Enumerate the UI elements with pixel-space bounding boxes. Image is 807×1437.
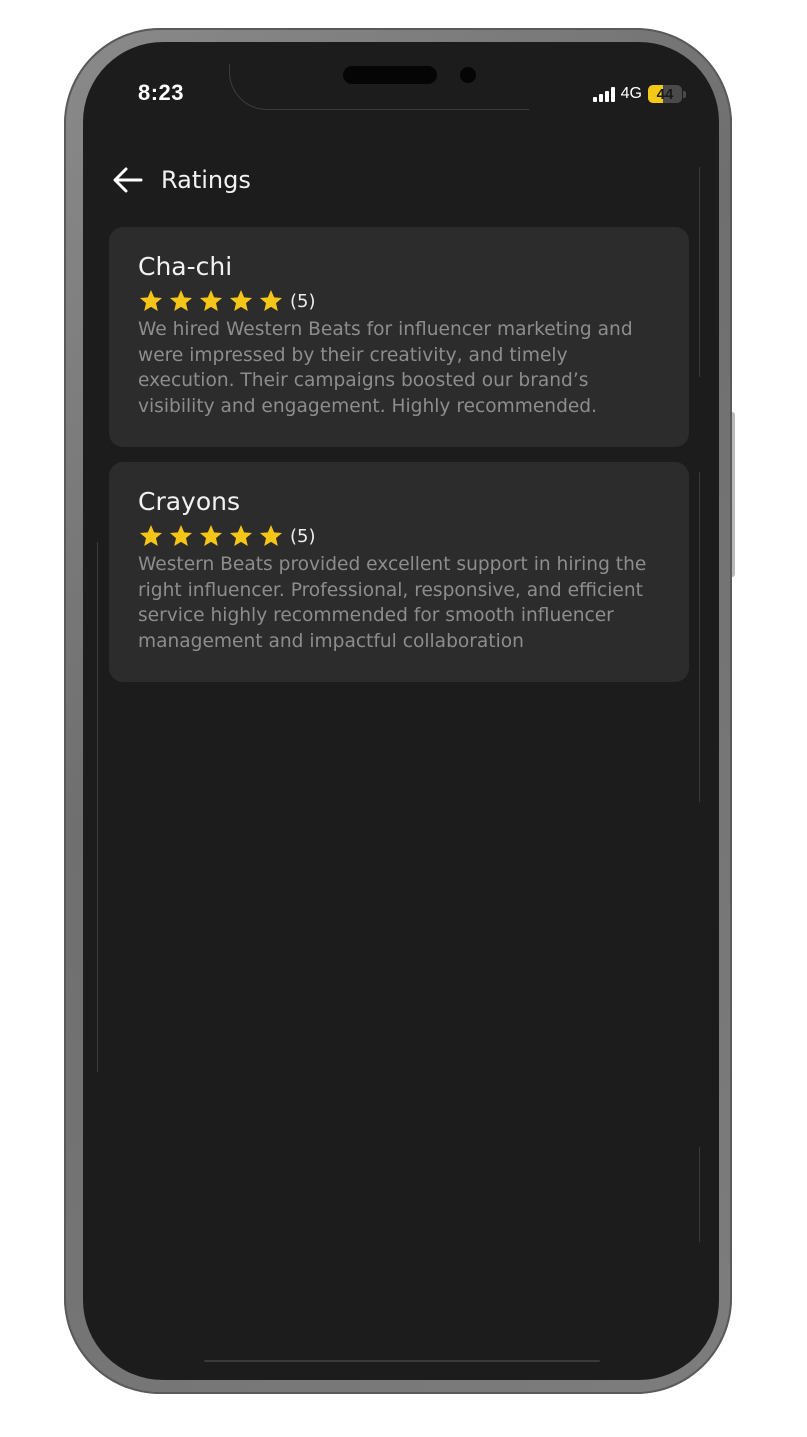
signal-bars-icon bbox=[592, 86, 615, 102]
screen-edge-left bbox=[97, 542, 98, 1072]
arrow-left-icon[interactable] bbox=[111, 163, 145, 197]
star-icon bbox=[198, 523, 224, 549]
star-rating bbox=[138, 288, 284, 314]
page-title: Ratings bbox=[161, 166, 251, 194]
screen-edge-right-top bbox=[699, 167, 700, 377]
star-icon bbox=[138, 523, 164, 549]
review-text: We hired Western Beats for influencer ma… bbox=[138, 319, 633, 417]
review-text: Western Beats provided excellent support… bbox=[138, 554, 647, 652]
star-icon bbox=[138, 288, 164, 314]
rating-row: (5) bbox=[138, 287, 661, 315]
earpiece-speaker bbox=[343, 66, 437, 84]
review-card: Crayons (5) Western Beats provided excel… bbox=[109, 462, 689, 682]
front-camera bbox=[460, 67, 476, 83]
device-mockup: 8:23 4G 44 Ratings Cha-chi (5) We hired … bbox=[0, 0, 807, 1437]
rating-count: (5) bbox=[290, 525, 316, 547]
review-card: Cha-chi (5) We hired Western Beats for i… bbox=[109, 227, 689, 447]
star-icon bbox=[258, 523, 284, 549]
star-icon bbox=[228, 523, 254, 549]
star-icon bbox=[228, 288, 254, 314]
app-header: Ratings bbox=[111, 160, 251, 200]
star-icon bbox=[258, 288, 284, 314]
rating-count: (5) bbox=[290, 290, 316, 312]
status-time: 8:23 bbox=[138, 80, 185, 105]
screen-edge-right-mid bbox=[699, 472, 700, 802]
screen-edge-right-bottom bbox=[699, 1147, 700, 1242]
star-icon bbox=[198, 288, 224, 314]
star-icon bbox=[168, 288, 194, 314]
status-indicators: 4G 44 bbox=[592, 84, 686, 104]
home-indicator bbox=[204, 1360, 600, 1362]
star-icon bbox=[168, 523, 194, 549]
rating-row: (5) bbox=[138, 522, 661, 550]
network-type: 4G bbox=[620, 85, 642, 102]
reviewer-name: Crayons bbox=[138, 487, 241, 516]
battery-level: 44 bbox=[656, 85, 674, 103]
phone-screen: 8:23 4G 44 Ratings Cha-chi (5) We hired … bbox=[83, 42, 719, 1380]
battery-icon: 44 bbox=[648, 85, 686, 103]
reviewer-name: Cha-chi bbox=[138, 252, 233, 281]
star-rating bbox=[138, 523, 284, 549]
